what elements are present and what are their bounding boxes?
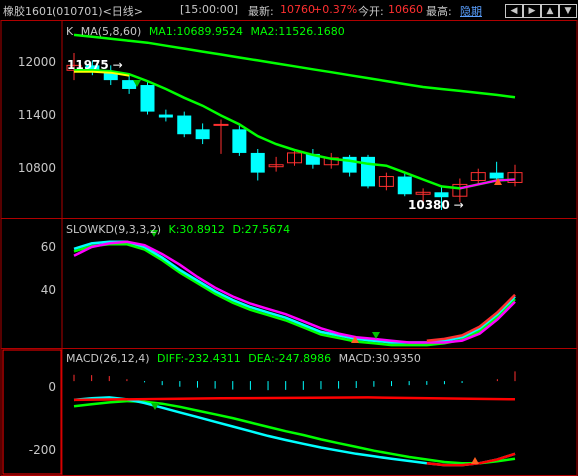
min-price-value: 10380 bbox=[408, 198, 450, 212]
candle-body bbox=[397, 176, 412, 195]
next-arrow-icon[interactable]: ▶ bbox=[523, 4, 541, 18]
symbol-name: 橡胶1601 bbox=[3, 5, 53, 18]
max-price-value: 11975 bbox=[67, 58, 109, 72]
kpanel-ma1-value: MA1:10689.9524 bbox=[148, 25, 244, 38]
kpanel-ytick: 10800 bbox=[17, 161, 56, 175]
kdpanel-k-value: K:30.8912 bbox=[168, 223, 225, 236]
candle-body bbox=[177, 115, 192, 135]
candle-body bbox=[158, 114, 173, 118]
max-price-label: 11975 → bbox=[67, 58, 123, 72]
candle-body bbox=[489, 172, 504, 179]
kpanel-k-label: K bbox=[66, 25, 74, 38]
slowkd-panel bbox=[73, 230, 516, 347]
ma2-line bbox=[73, 33, 516, 99]
macd-panel bbox=[73, 371, 516, 467]
candle-body bbox=[140, 85, 155, 112]
d-line bbox=[73, 240, 516, 344]
macdpanel-ytick: 0 bbox=[48, 380, 56, 394]
kdpanel-name: SLOWKD(9,3,3,2) bbox=[66, 223, 162, 236]
up-arrow-icon[interactable]: ▲ bbox=[541, 4, 559, 18]
ma1-tail-segment bbox=[459, 178, 516, 190]
macd-buy-signal-icon bbox=[471, 457, 479, 464]
kpanel-ma-label: MA(5,8,60) bbox=[80, 25, 142, 38]
period-link[interactable]: 隐期 bbox=[460, 3, 482, 19]
macdpanel-macd-value: MACD:30.9350 bbox=[338, 352, 421, 365]
open-label: 今开: bbox=[358, 5, 384, 18]
kdpanel-d-value: D:27.5674 bbox=[232, 223, 291, 236]
dea-line bbox=[73, 399, 516, 465]
open-value: 10660 bbox=[388, 3, 423, 16]
code-period: (010701)<日线> bbox=[52, 5, 144, 18]
candle-body bbox=[195, 129, 210, 140]
prev-arrow-icon[interactable]: ◀ bbox=[505, 4, 523, 18]
macdpanel-title: MACD(26,12,4) DIFF:-232.4311 DEA:-247.89… bbox=[66, 352, 425, 365]
candle-body bbox=[250, 152, 265, 173]
kline-panel bbox=[66, 33, 523, 210]
k-line bbox=[73, 240, 516, 344]
macdpanel-ytick: -200 bbox=[28, 443, 56, 457]
kdpanel-ytick: 40 bbox=[40, 283, 56, 297]
macdpanel-dea-value: DEA:-247.8986 bbox=[248, 352, 332, 365]
min-price-label: 10380 → bbox=[408, 198, 464, 212]
candle-body bbox=[434, 192, 449, 198]
ma1-line bbox=[74, 69, 516, 190]
kpanel-ytick: 11400 bbox=[17, 108, 56, 122]
macdpanel-name: MACD(26,12,4) bbox=[66, 352, 150, 365]
chart-canvas[interactable] bbox=[0, 20, 578, 476]
kdpanel-title: SLOWKD(9,3,3,2) K:30.8912 D:27.5674 bbox=[66, 223, 294, 236]
kd-green-line bbox=[73, 243, 516, 347]
macdpanel-diff-value: DIFF:-232.4311 bbox=[157, 352, 241, 365]
header-bar: 橡胶1601 (010701)<日线> [15:00:00] 最新: 10760… bbox=[0, 0, 578, 20]
candle-body bbox=[361, 156, 375, 187]
kpanel-title: K MA(5,8,60) MA1:10689.9524 MA2:11526.16… bbox=[66, 25, 349, 38]
latest-label: 最新: bbox=[248, 5, 274, 18]
kpanel-ma2-value: MA2:11526.1680 bbox=[250, 25, 345, 38]
candle-body bbox=[232, 129, 247, 153]
down-arrow-icon[interactable]: ▼ bbox=[559, 4, 577, 18]
high-label: 最高: bbox=[426, 5, 452, 18]
kdpanel-ytick: 60 bbox=[40, 240, 56, 254]
latest-value: 10760 bbox=[280, 3, 315, 16]
diff-start-segment bbox=[73, 396, 516, 402]
kpanel-ytick: 12000 bbox=[17, 55, 56, 69]
time-stamp: [15:00:00] bbox=[180, 3, 238, 16]
candle-body bbox=[213, 123, 229, 126]
change-percent: +0.37% bbox=[313, 3, 358, 16]
diff-line bbox=[73, 396, 516, 467]
